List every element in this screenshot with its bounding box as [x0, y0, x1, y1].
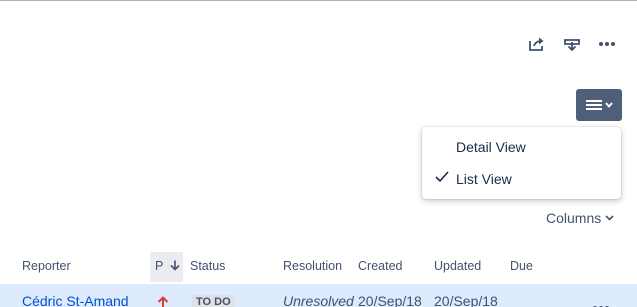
sort-descending-icon — [170, 260, 180, 271]
chevron-down-icon — [604, 102, 613, 108]
chevron-down-icon — [605, 215, 614, 221]
column-header-due[interactable]: Due — [510, 259, 533, 273]
share-button[interactable] — [525, 33, 549, 55]
share-icon — [529, 37, 544, 51]
row-actions-button[interactable] — [592, 298, 610, 307]
column-header-priority-label: P — [155, 259, 164, 273]
view-dropdown-menu: Detail View List View — [422, 127, 621, 199]
checkmark-icon — [435, 171, 449, 183]
more-icon — [599, 42, 615, 46]
top-divider — [0, 0, 637, 1]
reporter-link[interactable]: Cédric St-Amand — [22, 293, 129, 307]
status-badge: TO DO — [192, 295, 235, 307]
columns-label: Columns — [546, 210, 602, 226]
column-header-updated[interactable]: Updated — [434, 259, 481, 273]
menu-item-label: Detail View — [456, 139, 526, 155]
menu-item-list-view[interactable]: List View — [422, 164, 621, 194]
more-actions-button[interactable] — [595, 33, 619, 55]
menu-item-detail-view[interactable]: Detail View — [422, 132, 621, 162]
column-header-reporter[interactable]: Reporter — [22, 259, 71, 273]
column-header-resolution[interactable]: Resolution — [283, 259, 342, 273]
view-switcher-button[interactable] — [576, 89, 622, 121]
column-header-created[interactable]: Created — [358, 259, 402, 273]
resolution-value: Unresolved — [283, 293, 354, 307]
menu-item-label: List View — [456, 171, 512, 187]
priority-high-icon — [157, 296, 169, 307]
export-button[interactable] — [560, 33, 584, 55]
created-date: 20/Sep/18 — [358, 293, 422, 307]
column-header-status[interactable]: Status — [190, 259, 225, 273]
export-icon — [564, 39, 580, 52]
columns-button[interactable]: Columns — [546, 207, 614, 229]
updated-date: 20/Sep/18 — [434, 293, 498, 307]
list-menu-icon — [585, 100, 602, 110]
column-header-priority[interactable]: P — [155, 259, 180, 273]
